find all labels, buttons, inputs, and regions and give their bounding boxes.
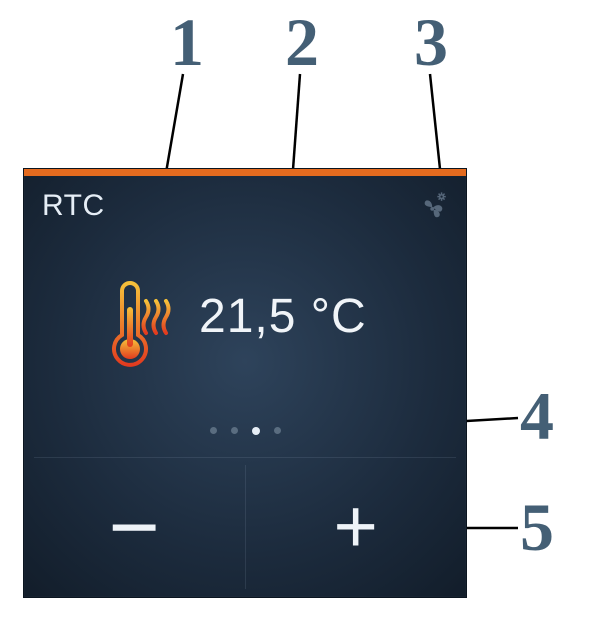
callout-4: 4	[520, 382, 554, 450]
page-dot	[210, 427, 217, 434]
callout-1: 1	[170, 8, 204, 76]
page-dot	[231, 427, 238, 434]
minus-icon: −	[109, 483, 160, 571]
thermostat-panel: RTC	[23, 168, 467, 598]
increase-button[interactable]: +	[246, 457, 467, 597]
callout-2: 2	[285, 8, 319, 76]
thermometer-heat-icon	[104, 281, 176, 373]
page-dot	[274, 427, 281, 434]
panel-accent-bar	[24, 169, 466, 176]
page-dot-active	[252, 427, 260, 435]
panel-title: RTC	[42, 189, 105, 223]
callout-3: 3	[414, 8, 448, 76]
decrease-button[interactable]: −	[24, 457, 245, 597]
callout-5: 5	[520, 493, 554, 561]
adjust-button-row: − +	[24, 457, 466, 597]
page-indicator[interactable]	[24, 427, 466, 435]
temperature-value: 21,5 °C	[199, 289, 367, 344]
plus-icon: +	[334, 489, 378, 565]
fan-settings-icon[interactable]	[420, 191, 450, 221]
